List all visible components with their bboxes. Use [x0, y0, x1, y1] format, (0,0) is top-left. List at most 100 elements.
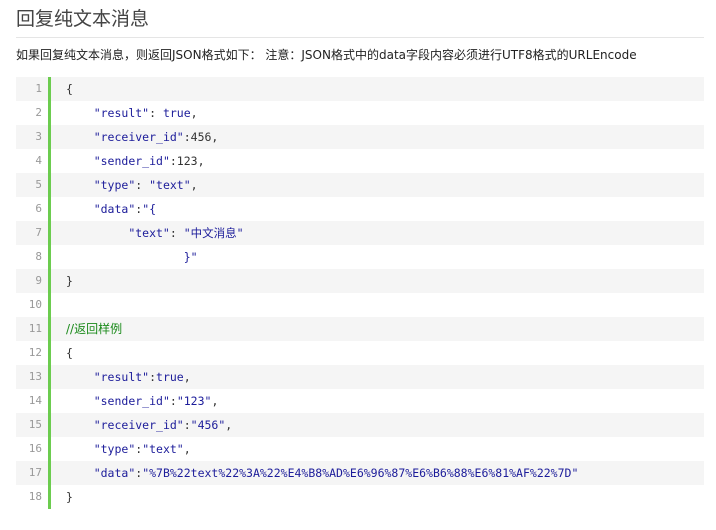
- code-token: }: [66, 274, 73, 288]
- code-token: "type": [93, 442, 136, 456]
- code-line: 13 "result":true,: [16, 365, 704, 389]
- code-line: 9}: [16, 269, 704, 293]
- code-token: ,: [183, 370, 191, 384]
- code-text: }: [51, 485, 704, 509]
- code-token: "%7B%22text%22%3A%22%E4%B8%AD%E6%96%87%E…: [142, 466, 579, 480]
- code-text: {: [51, 341, 704, 365]
- code-token: ,: [211, 394, 219, 408]
- code-line: 11 //返回样例: [16, 317, 704, 341]
- line-number: 12: [28, 346, 42, 359]
- code-text: "receiver_id":"456",: [51, 413, 704, 437]
- intro-text: 如果回复纯文本消息，则返回JSON格式如下： 注意：JSON格式中的data字段…: [16, 48, 637, 62]
- code-token: "type": [93, 178, 136, 192]
- line-number: 7: [35, 226, 42, 239]
- code-text: "sender_id":"123",: [51, 389, 704, 413]
- code-token: "sender_id": [93, 154, 170, 168]
- line-number: 17: [28, 466, 42, 479]
- code-token: :: [149, 106, 163, 120]
- code-token: :: [135, 178, 150, 192]
- code-line: 4 "sender_id":123,: [16, 149, 704, 173]
- code-token: ,: [225, 418, 233, 432]
- code-token: "sender_id": [93, 394, 170, 408]
- code-token: ,: [190, 178, 198, 192]
- code-token: "text": [142, 442, 184, 456]
- code-token: //返回样例: [66, 322, 123, 336]
- code-token: ,: [190, 106, 198, 120]
- code-line: 5 "type": "text",: [16, 173, 704, 197]
- code-line: 15 "receiver_id":"456",: [16, 413, 704, 437]
- line-number: 18: [28, 490, 42, 503]
- code-block[interactable]: 1{2 "result": true, 3 "receiver_id":456, 4…: [16, 77, 704, 509]
- code-token: "中文消息": [183, 226, 244, 240]
- code-line: 10: [16, 293, 704, 317]
- title-divider: [16, 37, 704, 38]
- code-line: 8 }": [16, 245, 704, 269]
- line-number: 4: [35, 154, 42, 167]
- code-token: :: [183, 418, 191, 432]
- code-line: 2 "result": true,: [16, 101, 704, 125]
- code-token: :456,: [183, 130, 219, 144]
- code-token: "text": [149, 178, 191, 192]
- code-line: 12 {: [16, 341, 704, 365]
- page-title: 回复纯文本消息: [16, 8, 150, 30]
- code-text: "type": "text",: [51, 173, 704, 197]
- code-text: //返回样例: [51, 317, 704, 341]
- code-token: :: [169, 394, 177, 408]
- code-token: :: [169, 226, 184, 240]
- line-number: 14: [28, 394, 42, 407]
- code-token: true: [162, 106, 191, 120]
- code-text: "text": "中文消息": [51, 221, 704, 245]
- code-line: 3 "receiver_id":456,: [16, 125, 704, 149]
- code-token: "text": [128, 226, 170, 240]
- line-number: 8: [35, 250, 42, 263]
- code-token: "123": [176, 394, 212, 408]
- code-text: "result":true,: [51, 365, 704, 389]
- line-number: 10: [28, 298, 42, 311]
- line-number: 13: [28, 370, 42, 383]
- code-line: 1{: [16, 77, 704, 101]
- code-text: "receiver_id":456,: [51, 125, 704, 149]
- code-text: }: [51, 269, 704, 293]
- line-number: 6: [35, 202, 42, 215]
- code-token: :123,: [169, 154, 205, 168]
- code-token: "{: [142, 202, 157, 216]
- code-token: "receiver_id": [93, 418, 184, 432]
- code-text: "type":"text",: [51, 437, 704, 461]
- code-token: }": [183, 250, 198, 264]
- line-number: 2: [35, 106, 42, 119]
- code-token: {: [66, 346, 73, 360]
- code-line: 7 "text": "中文消息": [16, 221, 704, 245]
- code-text: }": [51, 245, 704, 269]
- code-line: 6 "data":"{: [16, 197, 704, 221]
- code-token: :: [149, 370, 157, 384]
- code-token: "receiver_id": [93, 130, 184, 144]
- line-number: 5: [35, 178, 42, 191]
- code-token: "456": [190, 418, 226, 432]
- line-number: 16: [28, 442, 42, 455]
- code-token: "result": [93, 106, 150, 120]
- code-token: {: [66, 82, 73, 96]
- code-token: "data": [93, 202, 136, 216]
- code-text: "data":"%7B%22text%22%3A%22%E4%B8%AD%E6%…: [51, 461, 704, 485]
- code-text: "data":"{: [51, 197, 704, 221]
- code-token: ,: [183, 442, 191, 456]
- code-line: 14 "sender_id":"123",: [16, 389, 704, 413]
- code-line: 16 "type":"text",: [16, 437, 704, 461]
- code-text: "result": true,: [51, 101, 704, 125]
- code-token: "data": [93, 466, 136, 480]
- code-line: 18}: [16, 485, 704, 509]
- code-token: "result": [93, 370, 150, 384]
- code-text: {: [51, 77, 704, 101]
- code-text: "sender_id":123,: [51, 149, 704, 173]
- line-number: 9: [35, 274, 42, 287]
